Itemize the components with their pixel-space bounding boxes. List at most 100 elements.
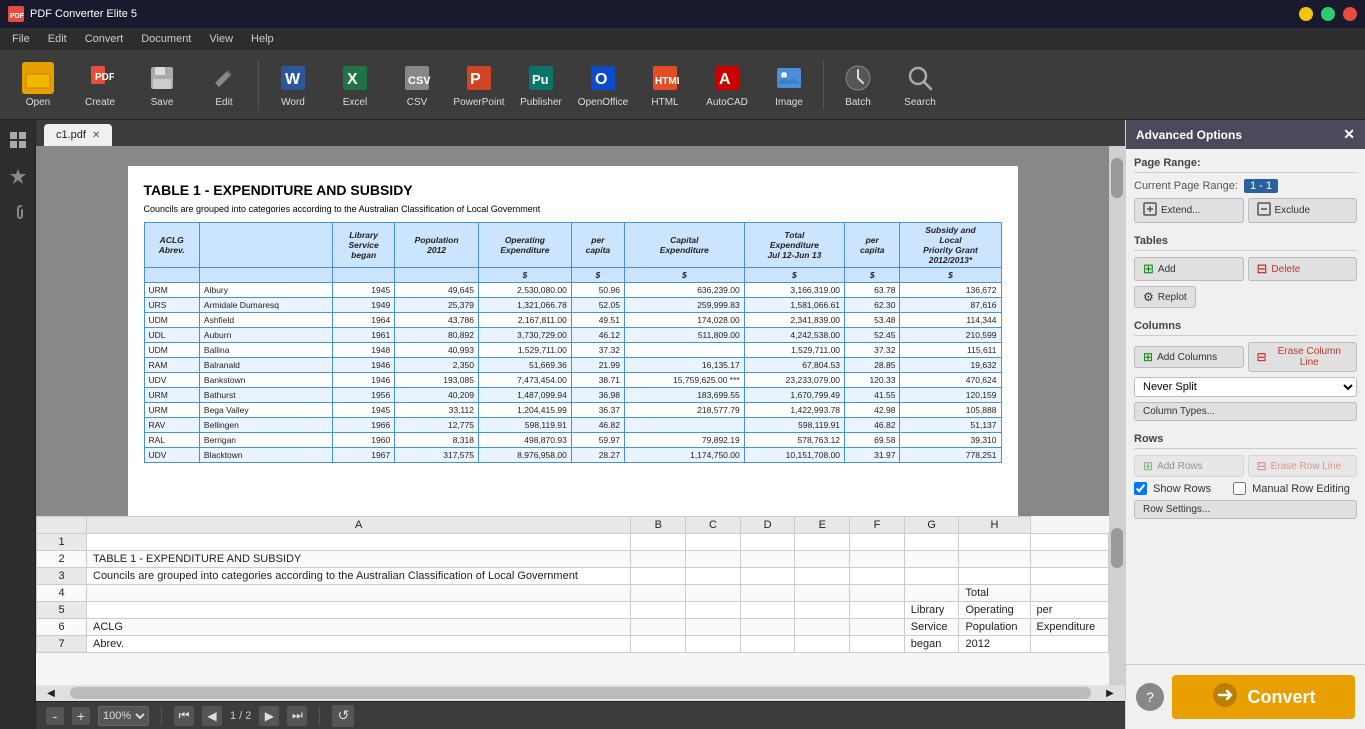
zoom-in-button[interactable]: + [72, 707, 90, 725]
table-cell[interactable] [959, 568, 1030, 585]
add-rows-button[interactable]: ⊞ Add Rows [1134, 455, 1244, 477]
zoom-out-button[interactable]: - [46, 707, 64, 725]
nav-start-button[interactable]: ⏮ [174, 706, 194, 726]
col-header-A[interactable]: A [87, 517, 631, 534]
row-settings-button[interactable]: Row Settings... [1134, 500, 1357, 519]
menu-file[interactable]: File [4, 31, 38, 47]
table-cell[interactable] [740, 534, 795, 551]
sheet-hscrollbar[interactable]: ◀ ▶ [36, 685, 1125, 701]
col-header-F[interactable]: F [850, 517, 905, 534]
table-cell[interactable] [795, 636, 850, 653]
open-button[interactable]: Open [8, 55, 68, 115]
pdf-view[interactable]: TABLE 1 - EXPENDITURE AND SUBSIDY Counci… [36, 146, 1109, 516]
nav-end-button[interactable]: ⏭ [287, 706, 307, 726]
hscroll-left-btn[interactable]: ◀ [36, 688, 66, 699]
table-cell[interactable]: Population [959, 619, 1030, 636]
col-header-C[interactable]: C [686, 517, 741, 534]
image-button[interactable]: Image [759, 55, 819, 115]
sheet-vscroll-thumb[interactable] [1111, 528, 1123, 568]
table-cell[interactable] [1030, 568, 1108, 585]
table-cell[interactable] [740, 619, 795, 636]
table-cell[interactable] [904, 585, 959, 602]
pdf-vscroll-thumb[interactable] [1111, 158, 1123, 198]
autocad-button[interactable]: A AutoCAD [697, 55, 757, 115]
col-header-H[interactable]: H [959, 517, 1030, 534]
table-cell[interactable] [1030, 636, 1108, 653]
table-cell[interactable] [959, 534, 1030, 551]
nav-prev-button[interactable]: ◀ [202, 706, 222, 726]
table-cell[interactable] [686, 585, 741, 602]
delete-table-button[interactable]: ⊟ Delete [1248, 257, 1358, 281]
menu-document[interactable]: Document [133, 31, 199, 47]
table-cell[interactable] [631, 568, 686, 585]
table-cell[interactable] [631, 534, 686, 551]
table-cell[interactable] [740, 602, 795, 619]
table-cell[interactable] [686, 551, 741, 568]
minimize-button[interactable] [1299, 7, 1313, 21]
table-cell[interactable] [740, 551, 795, 568]
add-table-button[interactable]: ⊞ Add [1134, 257, 1244, 281]
table-cell[interactable] [686, 619, 741, 636]
table-cell[interactable] [631, 619, 686, 636]
publisher-button[interactable]: Pu Publisher [511, 55, 571, 115]
table-cell[interactable] [904, 568, 959, 585]
table-cell[interactable] [686, 534, 741, 551]
erase-column-line-button[interactable]: ⊟ Erase Column Line [1248, 342, 1358, 372]
powerpoint-button[interactable]: P PowerPoint [449, 55, 509, 115]
batch-button[interactable]: Batch [828, 55, 888, 115]
save-button[interactable]: Save [132, 55, 192, 115]
close-button[interactable] [1343, 7, 1357, 21]
menu-convert[interactable]: Convert [77, 31, 132, 47]
hscroll-right-btn[interactable]: ▶ [1095, 688, 1125, 699]
never-split-dropdown[interactable]: Never Split [1134, 377, 1357, 397]
table-cell[interactable]: Abrev. [87, 636, 631, 653]
table-cell[interactable] [686, 636, 741, 653]
table-cell[interactable]: Expenditure [1030, 619, 1108, 636]
excel-button[interactable]: X Excel [325, 55, 385, 115]
table-cell[interactable] [631, 551, 686, 568]
csv-button[interactable]: CSV CSV [387, 55, 447, 115]
sidebar-star-icon[interactable] [4, 162, 32, 190]
search-button[interactable]: Search [890, 55, 950, 115]
extend-button[interactable]: Extend... [1134, 198, 1244, 223]
table-cell[interactable] [904, 534, 959, 551]
table-cell[interactable] [795, 619, 850, 636]
table-cell[interactable] [1030, 534, 1108, 551]
table-cell[interactable] [795, 568, 850, 585]
menu-view[interactable]: View [201, 31, 241, 47]
table-cell[interactable] [904, 551, 959, 568]
col-header-D[interactable]: D [740, 517, 795, 534]
menu-edit[interactable]: Edit [40, 31, 75, 47]
exclude-button[interactable]: Exclude [1248, 198, 1358, 223]
zoom-select[interactable]: 100% 75% 125% 150% [98, 706, 149, 726]
table-cell[interactable] [795, 551, 850, 568]
hscroll-thumb[interactable] [70, 687, 1091, 699]
table-cell[interactable] [631, 585, 686, 602]
table-cell[interactable]: 2012 [959, 636, 1030, 653]
table-cell[interactable]: Service [904, 619, 959, 636]
nav-next-button[interactable]: ▶ [259, 706, 279, 726]
sheet-vscroll[interactable] [1109, 516, 1125, 685]
sidebar-paperclip-icon[interactable] [4, 198, 32, 226]
table-cell[interactable]: ACLG [87, 619, 631, 636]
maximize-button[interactable] [1321, 7, 1335, 21]
table-cell[interactable] [87, 534, 631, 551]
table-cell[interactable] [850, 585, 905, 602]
pdf-tab[interactable]: c1.pdf ✕ [44, 124, 112, 146]
table-cell[interactable] [1030, 551, 1108, 568]
table-cell[interactable] [850, 568, 905, 585]
table-cell[interactable] [850, 551, 905, 568]
add-columns-button[interactable]: ⊞ Add Columns [1134, 346, 1244, 368]
table-cell[interactable] [1030, 585, 1108, 602]
sheet-view[interactable]: A B C D E F G H 12TABLE 1 - EXPENDI [36, 516, 1109, 685]
table-cell[interactable] [795, 585, 850, 602]
table-cell[interactable] [631, 636, 686, 653]
column-types-button[interactable]: Column Types... [1134, 402, 1357, 421]
table-cell[interactable] [686, 568, 741, 585]
col-header-B[interactable]: B [631, 517, 686, 534]
table-cell[interactable]: Operating [959, 602, 1030, 619]
sidebar-grid-icon[interactable] [4, 126, 32, 154]
table-cell[interactable]: Councils are grouped into categories acc… [87, 568, 631, 585]
refresh-button[interactable]: ↺ [332, 705, 354, 727]
show-rows-checkbox[interactable] [1134, 482, 1147, 495]
